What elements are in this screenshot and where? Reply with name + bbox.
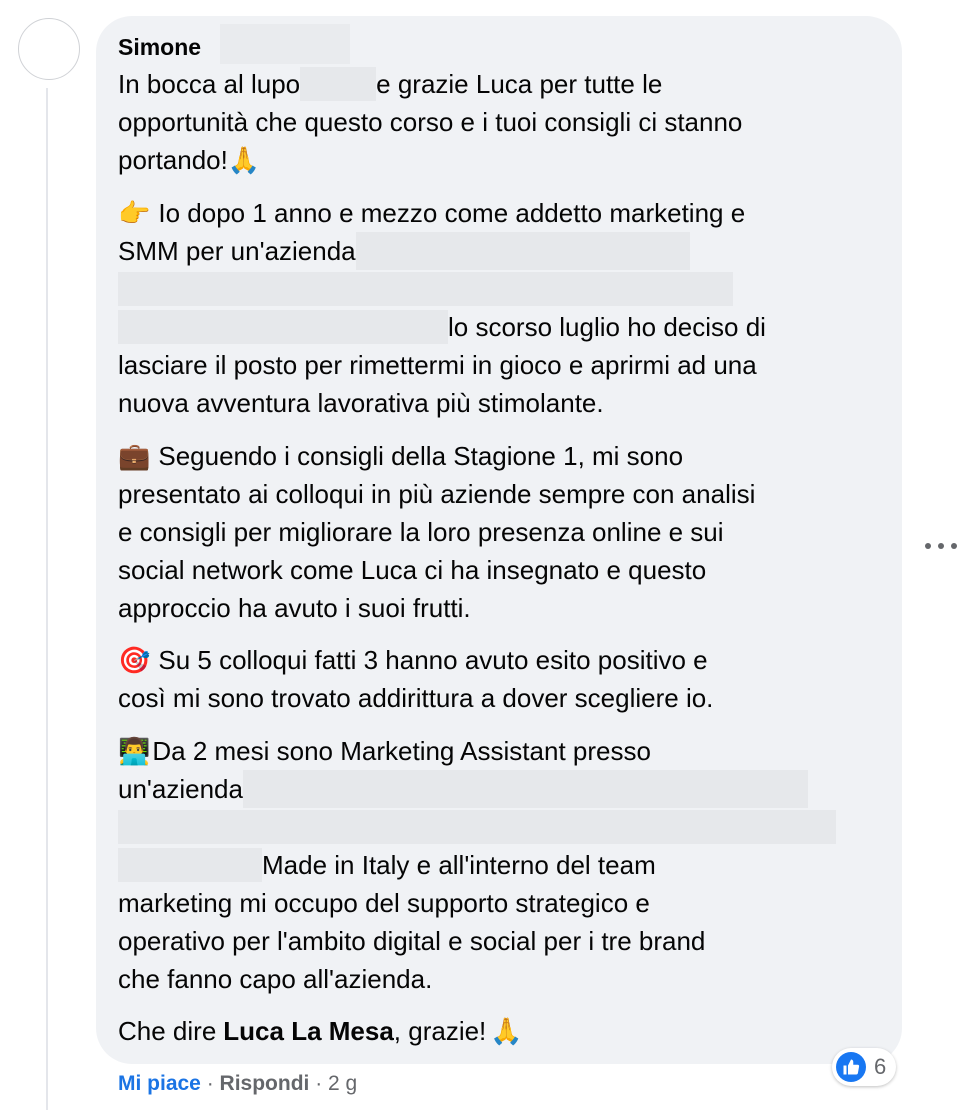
text-line: 👨‍💻 Da 2 mesi sono Marketing Assistant p…: [118, 732, 888, 770]
comment-actions: Mi piace · Rispondi · 2 g: [118, 1070, 357, 1098]
text-line: opportunità che questo corso e i tuoi co…: [118, 103, 888, 141]
text-line: Che dire Luca La Mesa , grazie! 🙏: [118, 1012, 888, 1050]
text-segment: presentato ai colloqui in più aziende se…: [118, 479, 756, 509]
dot: [938, 543, 944, 549]
text-segment: Made in Italy e all'interno del team: [262, 850, 656, 880]
text-line: SMM per un'azienda: [118, 232, 888, 270]
text-line: Made in Italy e all'interno del team: [118, 846, 888, 884]
text-line: approccio ha avuto i suoi frutti.: [118, 589, 888, 627]
text-line: marketing mi occupo del supporto strateg…: [118, 884, 888, 922]
thumbs-up-icon: [836, 1052, 866, 1082]
text-segment: Seguendo i consigli della Stagione 1, mi…: [158, 441, 684, 471]
text-line: operativo per l'ambito digital e social …: [118, 922, 888, 960]
text-segment: portando!: [118, 145, 228, 175]
pointing-right-icon: 👉: [118, 198, 151, 228]
redaction: [300, 67, 377, 101]
text-segment: Su 5 colloqui fatti 3 hanno avuto esito …: [158, 645, 708, 675]
text-line: lasciare il posto per rimettermi in gioc…: [118, 346, 888, 384]
redaction: [118, 810, 836, 844]
target-icon: 🎯: [118, 645, 151, 675]
text-line: che fanno capo all'azienda.: [118, 960, 888, 998]
praying-hands-icon: 🙏: [227, 145, 261, 175]
reply-button[interactable]: Rispondi: [220, 1072, 310, 1095]
text-segment: Io dopo 1 anno e mezzo come addetto mark…: [158, 198, 746, 228]
text-segment: nuova avventura lavorativa più stimolant…: [118, 388, 604, 418]
text-segment: opportunità che questo corso e i tuoi co…: [118, 107, 743, 137]
text-segment: e grazie Luca per tutte le: [376, 69, 663, 99]
text-segment: marketing mi occupo del supporto strateg…: [118, 888, 650, 918]
text-line: portando! 🙏: [118, 141, 888, 179]
separator: ·: [309, 1072, 329, 1095]
text-segment: così mi sono trovato addirittura a dover…: [118, 683, 714, 713]
dot: [951, 543, 957, 549]
text-segment: che fanno capo all'azienda.: [118, 964, 433, 994]
separator: ·: [200, 1072, 220, 1095]
paragraph-2: 👉 Io dopo 1 anno e mezzo come addetto ma…: [118, 194, 888, 422]
text-segment: lasciare il posto per rimettermi in gioc…: [118, 350, 757, 380]
comment-author[interactable]: Simone: [118, 34, 201, 60]
text-line: 👉 Io dopo 1 anno e mezzo come addetto ma…: [118, 194, 888, 232]
text-segment: social network come Luca ci ha insegnato…: [118, 555, 707, 585]
redaction: [118, 310, 448, 344]
text-line: nuova avventura lavorativa più stimolant…: [118, 384, 888, 422]
paragraph-5: 👨‍💻 Da 2 mesi sono Marketing Assistant p…: [118, 732, 888, 998]
paragraph-3: 💼 Seguendo i consigli della Stagione 1, …: [118, 437, 888, 627]
redaction: [118, 272, 733, 306]
text-segment: Da 2 mesi sono Marketing Assistant press…: [152, 736, 651, 766]
redaction: [118, 848, 262, 882]
text-line: un'azienda: [118, 770, 888, 808]
briefcase-icon: 💼: [118, 441, 151, 471]
redaction: [242, 770, 808, 808]
praying-hands-icon: 🙏: [490, 1016, 523, 1046]
paragraph-4: 🎯 Su 5 colloqui fatti 3 hanno avuto esit…: [118, 641, 888, 717]
mention-luca-la-mesa[interactable]: Luca La Mesa: [223, 1012, 394, 1050]
more-horizontal-icon[interactable]: [925, 540, 957, 552]
text-line: e consigli per migliorare la loro presen…: [118, 513, 888, 551]
text-segment: SMM per un'azienda: [118, 236, 356, 266]
text-segment: un'azienda: [118, 774, 243, 804]
text-segment: e consigli per migliorare la loro presen…: [118, 517, 724, 547]
reaction-count: 6: [874, 1054, 887, 1079]
paragraph-6: Che dire Luca La Mesa , grazie! 🙏: [118, 1012, 888, 1050]
text-segment: operativo per l'ambito digital e social …: [118, 926, 706, 956]
redacted-surname: [220, 24, 350, 64]
reaction-badge[interactable]: 6: [832, 1048, 897, 1086]
like-button[interactable]: Mi piace: [118, 1072, 201, 1095]
thread-line: [46, 88, 48, 1110]
text-segment: lo scorso luglio ho deciso di: [448, 312, 766, 342]
avatar[interactable]: [18, 18, 80, 80]
text-segment: , grazie!: [393, 1016, 487, 1046]
text-line: In bocca al lupo e grazie Luca per tutte…: [118, 65, 888, 103]
text-line: [118, 270, 888, 308]
dot: [925, 543, 931, 549]
text-line: 💼 Seguendo i consigli della Stagione 1, …: [118, 437, 888, 475]
paragraph-1: In bocca al lupo e grazie Luca per tutte…: [118, 65, 888, 179]
text-line: social network come Luca ci ha insegnato…: [118, 551, 888, 589]
text-segment: Che dire: [118, 1016, 217, 1046]
text-line: presentato ai colloqui in più aziende se…: [118, 475, 888, 513]
text-line: lo scorso luglio ho deciso di: [118, 308, 888, 346]
text-line: così mi sono trovato addirittura a dover…: [118, 679, 888, 717]
text-line: 🎯 Su 5 colloqui fatti 3 hanno avuto esit…: [118, 641, 888, 679]
comment-timestamp[interactable]: 2 g: [328, 1072, 357, 1095]
redaction: [355, 232, 690, 270]
technologist-icon: 👨‍💻: [118, 736, 151, 766]
text-segment: In bocca al lupo: [118, 69, 301, 99]
text-segment: approccio ha avuto i suoi frutti.: [118, 593, 471, 623]
text-line: [118, 808, 888, 846]
